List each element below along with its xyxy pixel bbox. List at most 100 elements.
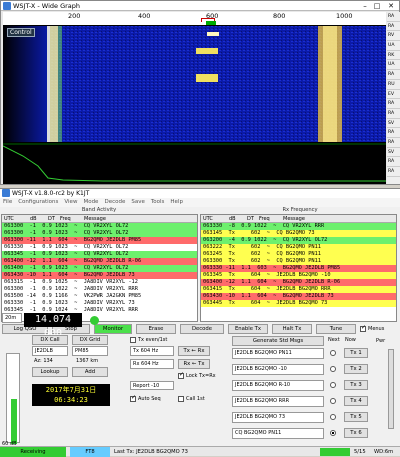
- table-row[interactable]: 063430 -10 1.1 604 ~ BG2QMO JE2DLB 73: [2, 272, 197, 279]
- date-display: 2017年7月31日: [45, 386, 97, 394]
- wide-graph-window: WSJT-X - Wide Graph – □ ✕ 200 400 600 80…: [0, 0, 400, 185]
- tx-message-4[interactable]: JE2DLB BG2QMO RRR: [232, 396, 324, 407]
- ruler-tick: 200: [68, 12, 81, 20]
- menu-item[interactable]: Save: [128, 198, 148, 207]
- maximize-icon[interactable]: □: [371, 1, 383, 11]
- call-list-sidebar: RA RA RV UA RK UA RA RU EV RA RA SV RA RA SV RA RA: [387, 12, 400, 184]
- ruler-tick: 800: [273, 12, 286, 20]
- tune-button[interactable]: Tune: [316, 324, 356, 334]
- table-row[interactable]: 063330 -11 1.1 603 ~ BG2QMO JE2DLB PM85: [201, 265, 396, 272]
- add-button[interactable]: Add: [72, 367, 108, 377]
- dx-call-input[interactable]: JE2DLB: [32, 346, 68, 356]
- table-row[interactable]: 063400 -1 0.9 1023 ~ CQ VR2XYL OL72: [2, 265, 197, 272]
- table-row[interactable]: 063430 -10 1.1 604 ~ BG2QMO JE2DLB 73: [201, 293, 396, 300]
- menus-label: Menus: [368, 326, 385, 332]
- tx-freq-spinbox[interactable]: Tx 604 Hz: [130, 346, 174, 356]
- lock-tx-rx-checkbox[interactable]: [178, 371, 184, 379]
- table-row[interactable]: 063330 -1 0.9 1023 ~ CQ VR2XYL OL72: [2, 244, 197, 251]
- close-icon[interactable]: ✕: [385, 1, 397, 11]
- next-radio-5[interactable]: [330, 414, 336, 420]
- rx-freq-spinbox[interactable]: Rx 604 Hz: [130, 359, 174, 369]
- menu-item[interactable]: Configurations: [15, 198, 61, 207]
- signal-meter-bar: [11, 399, 17, 444]
- menu-item[interactable]: File: [0, 198, 15, 207]
- menu-item[interactable]: Help: [167, 198, 186, 207]
- halt-tx-button[interactable]: Halt Tx: [272, 324, 312, 334]
- band-activity-title: Band Activity: [81, 207, 117, 213]
- frequency-ruler[interactable]: 200 400 600 800 1000: [3, 12, 386, 26]
- waterfall[interactable]: 200 400 600 800 1000 Control: [3, 12, 386, 184]
- col-dt: DT: [48, 216, 55, 222]
- call-1st-label: Call 1st: [186, 396, 205, 402]
- menu-item[interactable]: Tools: [148, 198, 168, 207]
- tx-now-button-1[interactable]: Tx 1: [344, 348, 368, 358]
- auto-seq-checkbox[interactable]: [130, 394, 136, 402]
- tx-now-button-2[interactable]: Tx 2: [344, 364, 368, 374]
- lookup-button[interactable]: Lookup: [32, 367, 68, 377]
- erase-button[interactable]: Erase: [136, 324, 176, 334]
- table-row[interactable]: 063400 -12 1.1 604 ~ BG2QMO JE2DLB R-06: [201, 279, 396, 286]
- table-row[interactable]: 063222 Tx 602 ~ CQ BG2QMO PN11: [201, 244, 396, 251]
- distance-label: 1367 km: [76, 358, 99, 364]
- next-radio-3[interactable]: [330, 382, 336, 388]
- tx-message-5[interactable]: JE2DLB BG2QMO 73: [232, 412, 324, 423]
- table-row[interactable]: 063330 -8 0.9 1022 ~ CQ VR2XYL RRR: [201, 223, 396, 230]
- next-radio-4[interactable]: [330, 398, 336, 404]
- table-row[interactable]: 063445 Tx 604 ~ JE2DLB BG2QMO 73: [201, 300, 396, 307]
- dx-grid-input[interactable]: PM85: [72, 346, 108, 356]
- table-row[interactable]: 063300 -1 0.9 1023 ~ CQ VR2XYL OL72: [2, 230, 197, 237]
- side-call-item: UA: [387, 41, 400, 51]
- table-row[interactable]: 063345 -1 0.9 1023 ~ CQ VR2XYL OL72: [2, 251, 197, 258]
- enable-tx-button[interactable]: Enable Tx: [228, 324, 268, 334]
- menus-checkbox[interactable]: [360, 324, 366, 332]
- side-call-item: RA: [387, 22, 400, 32]
- tx-even-checkbox[interactable]: [130, 337, 136, 343]
- table-row[interactable]: 063330 -1 0.9 1023 ~ JA8DIV VR2XYL 73: [2, 300, 197, 307]
- tx-from-rx-button[interactable]: Tx ← Rx: [178, 346, 210, 356]
- next-radio-1[interactable]: [330, 350, 336, 356]
- menu-item[interactable]: View: [61, 198, 80, 207]
- report-spinbox[interactable]: Report -10: [130, 381, 174, 390]
- col-db: dB: [229, 216, 236, 222]
- call-1st-checkbox[interactable]: [178, 396, 184, 402]
- tx-now-button-3[interactable]: Tx 3: [344, 380, 368, 390]
- table-row[interactable]: 063300 Tx 602 ~ CQ BG2QMO PN11: [201, 258, 396, 265]
- band-activity-table[interactable]: UTC dB DT Freq Message 063300 -1 0.9 102…: [1, 214, 198, 322]
- monitor-button[interactable]: Monitor: [94, 324, 132, 334]
- table-row[interactable]: 063300 -1 0.9 1023 ~ CQ VR2XYL OL72: [2, 223, 197, 230]
- table-row[interactable]: 063145 Tx 602 ~ CQ BG2QMO 73: [201, 230, 396, 237]
- next-radio-6[interactable]: [330, 430, 336, 436]
- table-row[interactable]: 063400 -12 1.1 604 ~ BG2QMO JE2DLB R-06: [2, 258, 197, 265]
- band-select[interactable]: 20m: [2, 313, 22, 323]
- tx-message-6[interactable]: CQ BG2QMO PN11: [232, 428, 324, 439]
- tx-message-3[interactable]: JE2DLB BG2QMO R-10: [232, 380, 324, 391]
- table-row[interactable]: 063345 Tx 604 ~ JE2DLB BG2QMO -10: [201, 272, 396, 279]
- generate-std-msgs-button[interactable]: Generate Std Msgs: [232, 336, 324, 346]
- last-tx-status: Last Tx: JE2DLB BG2QMO 73: [114, 449, 188, 455]
- rx-frequency-table[interactable]: UTC dB DT Freq Message 063330 -8 0.9 102…: [200, 214, 397, 322]
- table-row[interactable]: 063300 -1 0.9 1022 ~ JA8DIV VR2XYL RRR: [2, 286, 197, 293]
- side-call-item: RA: [387, 128, 400, 138]
- minimize-icon[interactable]: –: [359, 1, 371, 11]
- control-checkbox[interactable]: Control: [7, 28, 35, 37]
- col-db: dB: [30, 216, 37, 222]
- tx-now-button-4[interactable]: Tx 4: [344, 396, 368, 406]
- side-call-item: RA: [387, 12, 400, 22]
- tx-message-1[interactable]: JE2DLB BG2QMO PN11: [232, 348, 324, 359]
- power-slider[interactable]: [388, 349, 394, 429]
- next-radio-2[interactable]: [330, 366, 336, 372]
- table-row[interactable]: 063315 -1 0.9 1025 ~ JA8DIV VR2XYL -12: [2, 279, 197, 286]
- menu-item[interactable]: Decode: [101, 198, 128, 207]
- tx-now-button-6[interactable]: Tx 6: [344, 428, 368, 438]
- tx-even-label: Tx even/1st: [138, 337, 168, 343]
- tx-message-2[interactable]: JE2DLB BG2QMO -10: [232, 364, 324, 375]
- tx-now-button-5[interactable]: Tx 5: [344, 412, 368, 422]
- rx-from-tx-button[interactable]: Rx ← Tx: [178, 359, 210, 369]
- table-row[interactable]: 063500 -14 0.9 1166 ~ VK2PWR JA2GKN PM85: [2, 293, 197, 300]
- table-row[interactable]: 063415 Tx 604 ~ JE2DLB BG2QMO RRR: [201, 286, 396, 293]
- table-row[interactable]: 063200 -4 0.9 1022 ~ CQ VR2XYL OL72: [201, 237, 396, 244]
- menu-item[interactable]: Mode: [80, 198, 101, 207]
- table-row[interactable]: 063300 -11 1.1 604 ~ BG2QMO JE2DLB PM85: [2, 237, 197, 244]
- table-row[interactable]: 063245 Tx 602 ~ CQ BG2QMO PN11: [201, 251, 396, 258]
- decode-button[interactable]: Decode: [180, 324, 224, 334]
